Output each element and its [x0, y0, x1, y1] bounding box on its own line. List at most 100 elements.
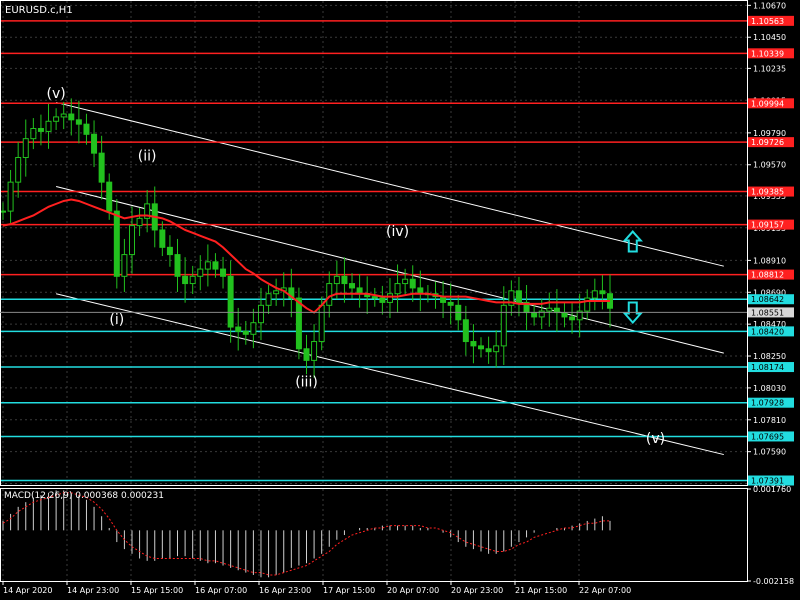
candle-body — [182, 275, 189, 285]
candle-body — [242, 330, 249, 335]
wave-label: (i) — [109, 312, 124, 328]
candle-body — [394, 283, 401, 295]
candle-body — [83, 123, 90, 135]
time-tick-label: 17 Apr 15:00 — [323, 586, 375, 595]
candle-body — [561, 312, 568, 318]
macd-label: MACD(12,26,9) 0.000368 0.000231 — [4, 491, 164, 501]
level-price-text: 1.07695 — [751, 432, 784, 441]
candle-body — [37, 128, 44, 132]
candle-body — [371, 296, 378, 299]
candle-body — [136, 217, 143, 227]
price-tick-label: 1.10235 — [753, 64, 786, 73]
candle-body — [515, 290, 522, 303]
candle-body — [68, 113, 75, 121]
candle-body — [462, 319, 469, 343]
time-tick-label: 15 Apr 15:00 — [131, 586, 183, 595]
macd-tick-label: 0.001760 — [753, 485, 791, 494]
candle-body — [326, 283, 333, 306]
wave-label: (iv) — [386, 224, 409, 240]
candle-body — [303, 348, 310, 361]
level-price-text: 1.08812 — [751, 271, 784, 280]
level-price-text: 1.08174 — [751, 363, 784, 372]
price-tick-label: 1.07590 — [753, 448, 786, 457]
candle-body — [333, 275, 340, 285]
time-tick-label: 16 Apr 23:00 — [259, 586, 311, 595]
price-tick-label: 1.09570 — [753, 161, 786, 170]
candle-body — [212, 261, 219, 270]
candle-body — [485, 348, 492, 353]
candle-body — [128, 225, 135, 256]
candle-body — [106, 181, 113, 212]
candle-body — [0, 210, 6, 213]
candle-body — [60, 113, 67, 118]
candle-body — [189, 275, 196, 285]
candle-body — [45, 120, 52, 132]
candle-body — [257, 304, 264, 324]
time-tick-label: 20 Apr 07:00 — [387, 586, 439, 595]
candle-body — [227, 275, 234, 328]
candle-body — [197, 268, 204, 277]
candle-body — [174, 254, 181, 277]
level-price-text: 1.08420 — [751, 327, 784, 336]
candle-body — [22, 138, 29, 159]
candle-body — [295, 297, 302, 350]
symbol-label: EURUSD.c,H1 — [5, 5, 73, 16]
time-tick-label: 14 Apr 2020 — [3, 586, 52, 595]
candle-body — [349, 283, 356, 289]
candle-body — [30, 128, 37, 140]
level-price-text: 1.09385 — [751, 188, 784, 197]
candle-body — [402, 278, 409, 285]
candle-body — [553, 307, 560, 314]
macd-tick-label: -0.002158 — [753, 577, 794, 586]
candle-body — [311, 341, 318, 361]
candle-body — [341, 275, 348, 285]
candle-body — [591, 290, 598, 299]
level-price-text: 1.09726 — [751, 138, 784, 147]
time-tick-label: 16 Apr 07:00 — [195, 586, 247, 595]
price-tick-label: 1.08250 — [753, 352, 786, 361]
price-tick-label: 1.09790 — [753, 129, 786, 138]
level-price-text: 1.10563 — [751, 17, 784, 26]
candle-body — [250, 322, 257, 335]
chart-window[interactable]: (v) (ii) (i) (iii) (iv) (v) EURUSD.c,H1 1.106… — [0, 0, 800, 600]
price-tick-label: 1.08910 — [753, 256, 786, 265]
price-tick-label: 1.10670 — [753, 1, 786, 10]
candle-body — [166, 246, 173, 256]
candle-body — [546, 307, 553, 312]
time-tick-label: 14 Apr 23:00 — [67, 586, 119, 595]
wave-label: (iii) — [295, 374, 318, 390]
time-tick-label: 21 Apr 15:00 — [515, 586, 567, 595]
candle-body — [273, 290, 280, 295]
chart-background — [0, 0, 800, 600]
candle-body — [98, 152, 105, 183]
level-price-text: 1.08642 — [751, 295, 784, 304]
current-price-text: 1.08551 — [751, 308, 784, 317]
candle-body — [113, 210, 120, 277]
wave-label: (ii) — [138, 148, 157, 164]
candle-body — [159, 229, 166, 248]
candle-body — [447, 301, 454, 306]
wave-label: (v) — [646, 431, 665, 447]
candle-body — [409, 278, 416, 289]
candle-body — [220, 268, 227, 277]
level-price-text: 1.09994 — [751, 99, 784, 108]
candle-body — [265, 293, 272, 306]
candle-body — [121, 254, 128, 277]
price-tick-label: 1.08030 — [753, 384, 786, 393]
candle-body — [204, 261, 211, 270]
level-price-text: 1.07928 — [751, 399, 784, 408]
price-tick-label: 1.10450 — [753, 33, 786, 42]
candle-body — [470, 341, 477, 347]
candle-body — [318, 304, 325, 343]
candle-body — [75, 119, 82, 125]
candle-body — [478, 345, 485, 350]
candle-body — [91, 133, 98, 154]
wave-label: (v) — [47, 86, 66, 102]
candle-body — [493, 345, 500, 353]
candle-body — [7, 181, 14, 212]
candle-body — [599, 290, 606, 295]
candle-body — [386, 293, 393, 303]
candle-body — [15, 157, 22, 183]
candle-body — [531, 312, 538, 318]
level-price-text: 1.09157 — [751, 221, 784, 230]
